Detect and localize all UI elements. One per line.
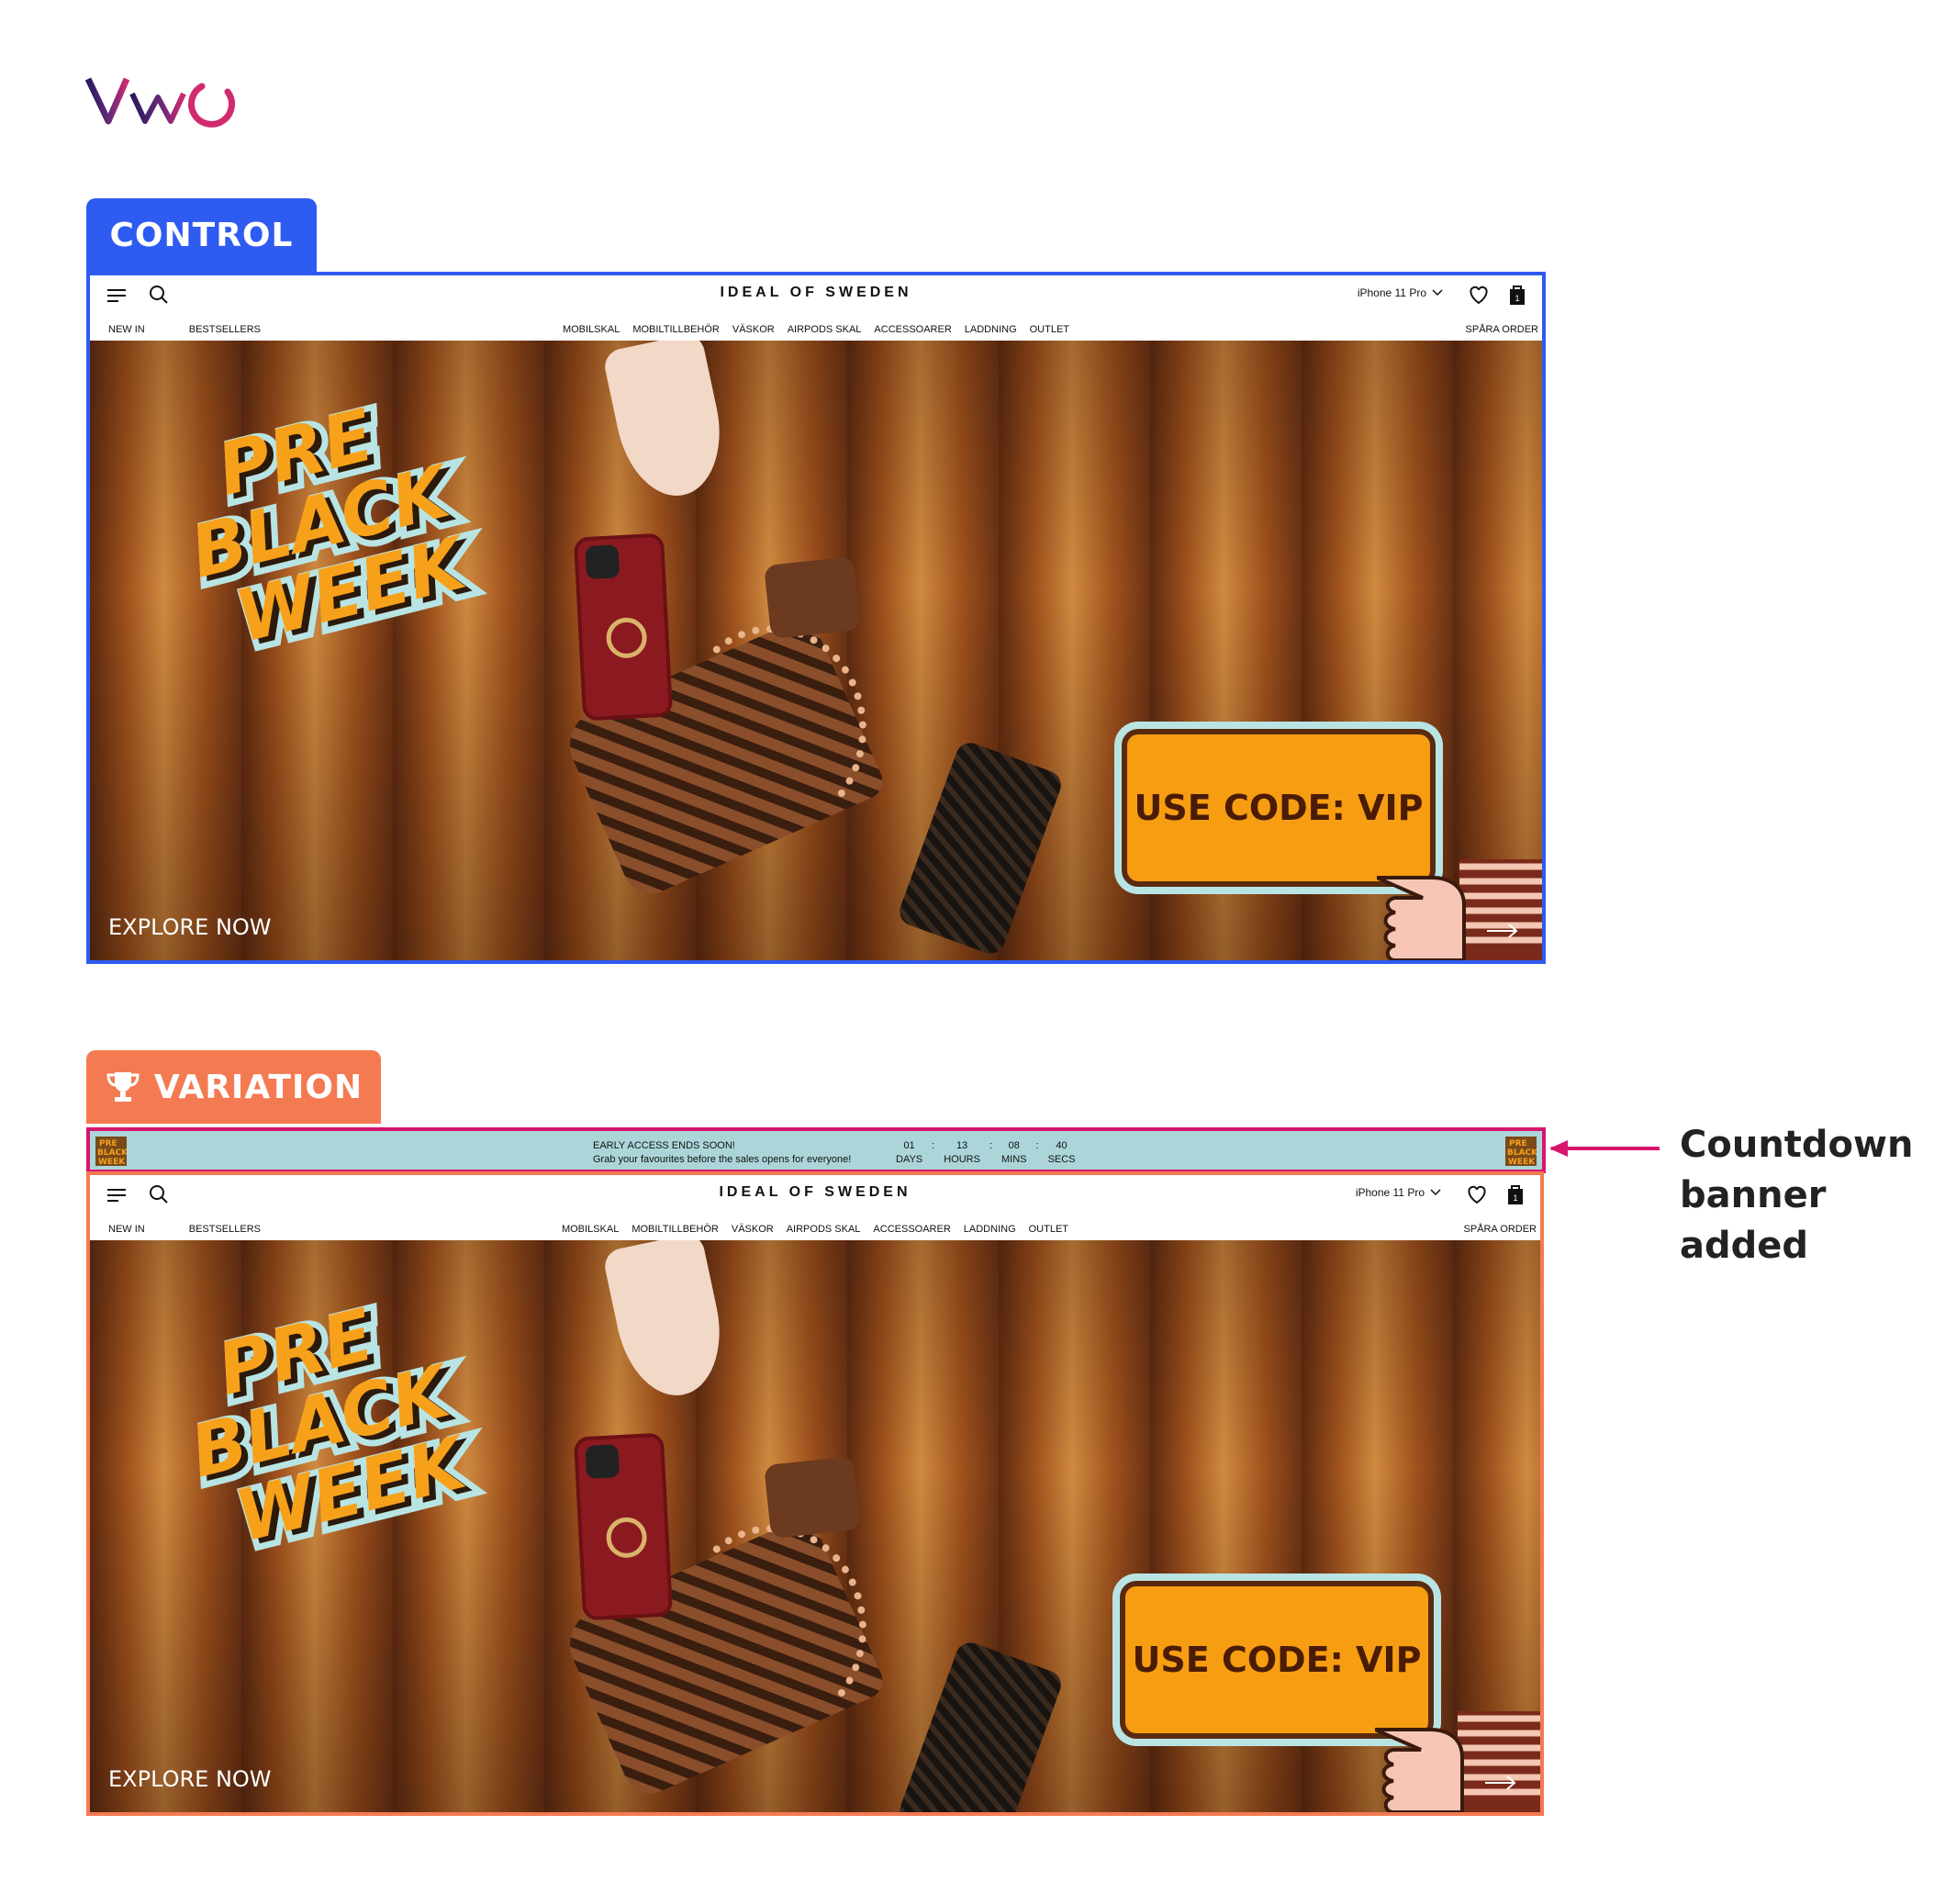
brand-logo[interactable]: IDEAL OF SWEDEN	[90, 1184, 1540, 1201]
model-select[interactable]: iPhone 11 Pro	[1356, 1186, 1441, 1199]
heart-icon[interactable]	[1465, 1182, 1489, 1206]
annotation-line-3: added	[1680, 1225, 1809, 1267]
pre-black-week-badge: PRE BLACK WEEK	[95, 1137, 127, 1166]
nav-airpods-skal[interactable]: AIRPODS SKAL	[788, 324, 862, 335]
timer-hours: 13 HOURS	[944, 1140, 980, 1165]
pre-black-week-badge-right: PRE BLACK WEEK	[1505, 1137, 1537, 1166]
site-header: IDEAL OF SWEDEN iPhone 11 Pro 1	[90, 275, 1542, 318]
countdown-title: EARLY ACCESS ENDS SOON!	[593, 1140, 735, 1151]
explore-now-link[interactable]: EXPLORE NOW	[108, 914, 272, 940]
airpods-case-image	[764, 1456, 861, 1539]
timer-days: 01 DAYS	[896, 1140, 923, 1165]
cart-count: 1	[1513, 1193, 1517, 1203]
site-header-variation: IDEAL OF SWEDEN iPhone 11 Pro 1	[90, 1175, 1540, 1217]
site-nav: NEW IN BESTSELLERS MOBILSKAL MOBILTILLBE…	[90, 318, 1542, 341]
badge-right-pre: PRE	[1509, 1139, 1527, 1148]
nav-vaskor[interactable]: VÄSKOR	[732, 1224, 774, 1235]
nav-spara-order[interactable]: SPÅRA ORDER	[1464, 1224, 1537, 1235]
hero-banner-variation[interactable]: PRE BLACK WEEK PRE BLACK WEEK USE CODE: …	[90, 1240, 1540, 1812]
model-select[interactable]: iPhone 11 Pro	[1358, 286, 1443, 299]
variation-screenshot: IDEAL OF SWEDEN iPhone 11 Pro 1 NEW IN B…	[86, 1171, 1544, 1816]
promo-code-text: USE CODE: VIP	[1132, 1640, 1422, 1680]
site-nav-variation: NEW IN BESTSELLERS MOBILSKAL MOBILTILLBE…	[90, 1217, 1540, 1240]
cart-icon[interactable]: 1	[1503, 1182, 1527, 1206]
hand-illustration	[1377, 859, 1542, 960]
variation-label: VARIATION	[153, 1068, 363, 1106]
nav-mobiltillbehor[interactable]: MOBILTILLBEHÖR	[632, 1224, 719, 1235]
countdown-subtitle: Grab your favourites before the sales op…	[593, 1154, 852, 1165]
cart-count: 1	[1515, 294, 1519, 303]
heart-icon[interactable]	[1467, 283, 1491, 307]
chain-image	[677, 625, 866, 833]
nav-laddning[interactable]: LADDNING	[964, 1224, 1016, 1235]
control-tab: CONTROL	[86, 198, 317, 272]
nav-mobiltillbehor[interactable]: MOBILTILLBEHÖR	[632, 324, 720, 335]
airpods-case-image	[764, 556, 861, 639]
arrow-left-icon	[1549, 1140, 1660, 1157]
badge-right-black: BLACK	[1507, 1148, 1537, 1158]
red-phone-case-image	[573, 1432, 674, 1621]
badge-pre: PRE	[99, 1139, 117, 1148]
badge-right-week: WEEK	[1508, 1158, 1536, 1166]
hero-banner[interactable]: PRE BLACK WEEK PRE BLACK WEEK USE CODE: …	[90, 341, 1542, 960]
nav-outlet[interactable]: OUTLET	[1030, 324, 1069, 335]
nav-mobilskal[interactable]: MOBILSKAL	[562, 1224, 619, 1235]
variation-tab: VARIATION	[86, 1050, 381, 1124]
cart-icon[interactable]: 1	[1505, 283, 1529, 307]
annotation-text: Countdown banner added	[1680, 1120, 1918, 1271]
annotation-line-2: banner	[1680, 1174, 1827, 1216]
nav-outlet[interactable]: OUTLET	[1029, 1224, 1068, 1235]
explore-now-link[interactable]: EXPLORE NOW	[108, 1766, 272, 1792]
nav-vaskor[interactable]: VÄSKOR	[732, 324, 775, 335]
countdown-timer: 01 DAYS : 13 HOURS : 08 MINS : 40 SECS	[896, 1140, 1076, 1165]
trophy-icon	[106, 1072, 140, 1102]
countdown-banner[interactable]: PRE BLACK WEEK EARLY ACCESS ENDS SOON! G…	[86, 1127, 1546, 1173]
chevron-down-icon	[1430, 1189, 1441, 1196]
model-select-value: iPhone 11 Pro	[1355, 1186, 1425, 1199]
nav-airpods-skal[interactable]: AIRPODS SKAL	[787, 1224, 861, 1235]
control-label: CONTROL	[109, 216, 294, 254]
red-phone-case-image	[573, 532, 674, 722]
timer-secs: 40 SECS	[1047, 1140, 1076, 1165]
nav-accessoarer[interactable]: ACCESSOARER	[874, 324, 951, 335]
model-select-value: iPhone 11 Pro	[1357, 286, 1426, 299]
badge-week: WEEK	[98, 1158, 126, 1166]
annotation-line-1: Countdown	[1680, 1124, 1914, 1166]
arrow-right-icon[interactable]	[1487, 924, 1518, 938]
brand-logo[interactable]: IDEAL OF SWEDEN	[90, 285, 1542, 301]
timer-mins: 08 MINS	[1001, 1140, 1027, 1165]
promo-code-text: USE CODE: VIP	[1134, 788, 1424, 828]
nav-accessoarer[interactable]: ACCESSOARER	[873, 1224, 950, 1235]
badge-black: BLACK	[97, 1148, 127, 1158]
control-screenshot: IDEAL OF SWEDEN iPhone 11 Pro 1 NEW IN B…	[86, 272, 1546, 964]
nav-laddning[interactable]: LADDNING	[965, 324, 1017, 335]
chevron-down-icon	[1432, 289, 1443, 297]
hand-illustration	[1375, 1711, 1540, 1812]
vwo-logo	[84, 77, 235, 128]
pre-black-week-graphic: PRE BLACK WEEK PRE BLACK WEEK	[183, 1292, 490, 1563]
pre-black-week-graphic: PRE BLACK WEEK PRE BLACK WEEK	[183, 392, 490, 664]
chain-image	[677, 1525, 866, 1732]
nav-spara-order[interactable]: SPÅRA ORDER	[1466, 324, 1538, 335]
nav-mobilskal[interactable]: MOBILSKAL	[563, 324, 620, 335]
arrow-right-icon[interactable]	[1485, 1775, 1516, 1790]
